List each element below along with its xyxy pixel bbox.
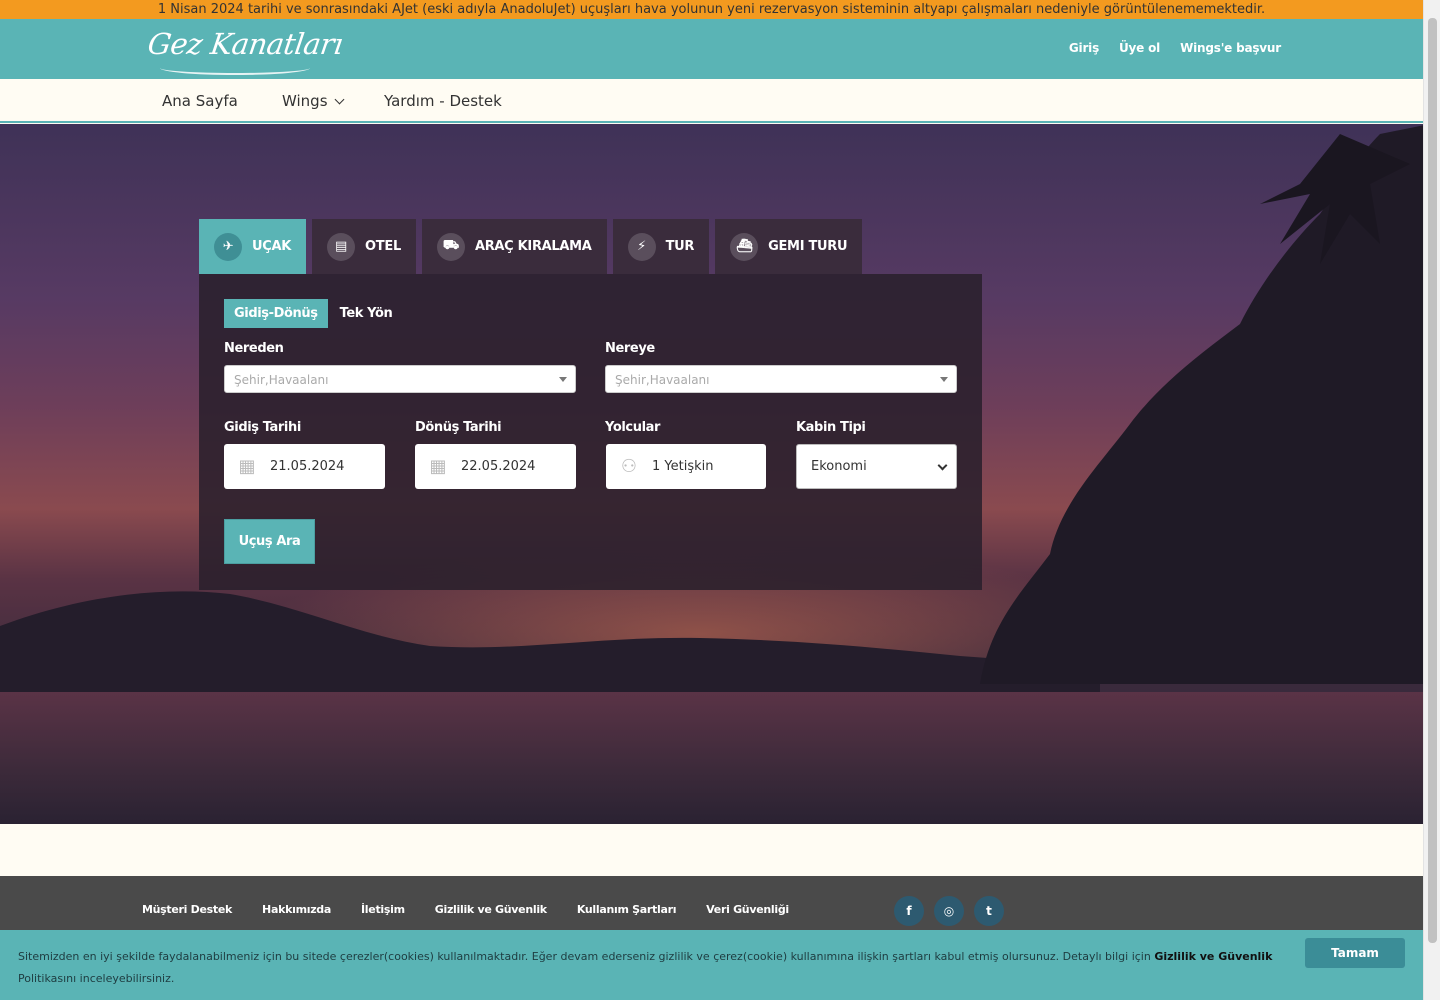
- return-date-value: 22.05.2024: [461, 459, 536, 474]
- scrollbar-thumb[interactable]: [1428, 18, 1437, 943]
- nav-wings-label: Wings: [282, 92, 328, 110]
- from-placeholder: Şehir,Havaalanı: [234, 373, 329, 387]
- depart-date-label: Gidiş Tarihi: [224, 420, 301, 435]
- register-link[interactable]: Üye ol: [1119, 41, 1160, 55]
- account-links: Giriş Üye ol Wings'e başvur: [1069, 41, 1281, 55]
- wings-apply-link[interactable]: Wings'e başvur: [1180, 41, 1281, 55]
- island-silhouette: [0, 591, 1100, 696]
- tab-car-rental-label: ARAÇ KIRALAMA: [474, 239, 592, 254]
- chevron-down-icon: [334, 94, 344, 105]
- tab-hotel-label: OTEL: [365, 239, 401, 254]
- login-link[interactable]: Giriş: [1069, 41, 1099, 55]
- tab-cruise[interactable]: ⛴ GEMI TURU: [715, 219, 863, 274]
- announcement-bar: 1 Nisan 2024 tarihi ve sonrasındaki AJet…: [0, 0, 1423, 19]
- cookie-message: Sitemizden en iyi şekilde faydalanabilme…: [18, 946, 1278, 990]
- from-select[interactable]: Şehir,Havaalanı: [224, 365, 576, 393]
- caret-down-icon: [940, 377, 948, 382]
- plane-icon: ✈: [214, 232, 242, 261]
- footer-link-data-security[interactable]: Veri Güvenliği: [706, 903, 789, 916]
- top-header: Gez Kanatları Giriş Üye ol Wings'e başvu…: [0, 19, 1423, 79]
- to-label: Nereye: [605, 341, 655, 356]
- footer-link-about[interactable]: Hakkımızda: [262, 903, 331, 916]
- instagram-icon[interactable]: ◎: [934, 896, 964, 926]
- cabin-type-select[interactable]: Ekonomi: [796, 444, 957, 489]
- main-nav: Ana Sayfa Wings Yardım - Destek: [0, 79, 1423, 123]
- return-date-field[interactable]: ▦ 22.05.2024: [415, 444, 576, 489]
- cookie-suffix: Politikasını inceleyebilirsiniz.: [18, 972, 175, 985]
- return-date-label: Dönüş Tarihi: [415, 420, 502, 435]
- nav-wings[interactable]: Wings: [282, 92, 344, 110]
- footer-link-privacy[interactable]: Gizlilik ve Güvenlik: [435, 903, 547, 916]
- to-select[interactable]: Şehir,Havaalanı: [605, 365, 957, 393]
- users-icon: ⚇: [620, 456, 638, 477]
- building-icon: ▤: [327, 232, 356, 261]
- tab-hotel[interactable]: ▤ OTEL: [312, 219, 416, 274]
- calendar-icon: ▦: [429, 456, 447, 477]
- calendar-icon: ▦: [238, 456, 256, 477]
- depart-date-field[interactable]: ▦ 21.05.2024: [224, 444, 385, 489]
- caret-down-icon: [559, 377, 567, 382]
- search-flights-button[interactable]: Uçuş Ara: [224, 519, 315, 564]
- from-label: Nereden: [224, 341, 284, 356]
- ship-icon: ⛴: [730, 232, 759, 261]
- search-tabs: ✈ UÇAK ▤ OTEL ⛟ ARAÇ KIRALAMA ⚡ TUR ⛴ GE…: [199, 219, 863, 274]
- tab-tour-label: TUR: [665, 239, 695, 254]
- round-trip-option[interactable]: Gidiş-Dönüş: [224, 299, 328, 328]
- palm-tree-silhouette: [980, 125, 1423, 684]
- depart-date-value: 21.05.2024: [270, 459, 345, 474]
- flight-search-panel: Gidiş-Dönüş Tek Yön Nereden Şehir,Havaal…: [199, 274, 982, 590]
- cabin-type-value: Ekonomi: [811, 459, 867, 474]
- passengers-label: Yolcular: [605, 420, 661, 435]
- tab-tour[interactable]: ⚡ TUR: [612, 219, 710, 274]
- logo-swoosh: [160, 61, 310, 75]
- cookie-privacy-link[interactable]: Gizlilik ve Güvenlik: [1154, 950, 1272, 963]
- tab-cruise-label: GEMI TURU: [768, 239, 848, 254]
- footer-link-support[interactable]: Müşteri Destek: [142, 903, 232, 916]
- passengers-value: 1 Yetişkin: [652, 459, 714, 474]
- cookie-consent-bar: Sitemizden en iyi şekilde faydalanabilme…: [0, 930, 1423, 1000]
- twitter-icon[interactable]: t: [974, 896, 1004, 926]
- tab-flight[interactable]: ✈ UÇAK: [199, 219, 307, 274]
- tab-flight-label: UÇAK: [252, 239, 292, 254]
- footer-links: Müşteri Destek Hakkımızda İletişim Gizli…: [142, 903, 789, 916]
- chevron-down-icon: [937, 460, 948, 471]
- passengers-field[interactable]: ⚇ 1 Yetişkin: [606, 444, 766, 489]
- tab-car-rental[interactable]: ⛟ ARAÇ KIRALAMA: [421, 219, 607, 274]
- trip-type-toggle: Gidiş-Dönüş Tek Yön: [224, 299, 404, 328]
- sea-reflection: [0, 692, 1423, 824]
- bolt-icon: ⚡: [627, 232, 656, 261]
- one-way-option[interactable]: Tek Yön: [328, 299, 405, 328]
- car-icon: ⛟: [436, 232, 465, 261]
- nav-help[interactable]: Yardım - Destek: [384, 92, 502, 110]
- page-scrollbar[interactable]: [1423, 0, 1440, 1000]
- footer-link-contact[interactable]: İletişim: [361, 903, 405, 916]
- nav-home[interactable]: Ana Sayfa: [162, 92, 238, 110]
- cookie-text: Sitemizden en iyi şekilde faydalanabilme…: [18, 950, 1151, 963]
- cabin-type-label: Kabin Tipi: [796, 420, 866, 435]
- to-placeholder: Şehir,Havaalanı: [615, 373, 710, 387]
- site-logo[interactable]: Gez Kanatları: [146, 27, 345, 61]
- footer-link-terms[interactable]: Kullanım Şartları: [577, 903, 677, 916]
- cookie-accept-button[interactable]: Tamam: [1305, 938, 1405, 968]
- facebook-icon[interactable]: f: [894, 896, 924, 926]
